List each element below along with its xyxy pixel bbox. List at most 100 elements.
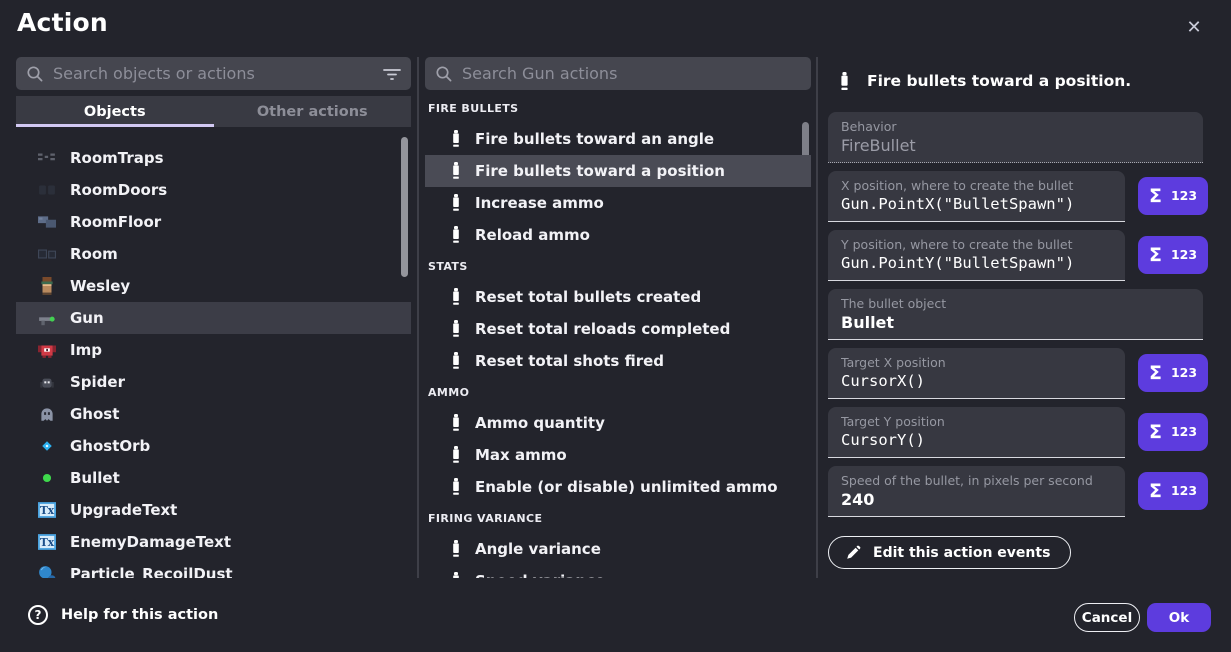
action-item[interactable]: Angle variance [425, 533, 811, 565]
sidebar-item-spider[interactable]: Spider [16, 366, 411, 398]
sidebar-item-room[interactable]: Room [16, 238, 411, 270]
sigma-icon: Σ [1149, 423, 1162, 442]
svg-text:Tx: Tx [40, 504, 55, 517]
action-item[interactable]: Max ammo [425, 439, 811, 471]
expression-builder-button[interactable]: Σ123 [1138, 236, 1208, 274]
edit-action-events-button[interactable]: Edit this action events [828, 536, 1071, 569]
field-label: Target Y position [841, 414, 1112, 430]
sigma-icon: Σ [1149, 364, 1162, 383]
action-item-label: Reload ammo [475, 226, 590, 244]
sidebar-item-particle_recoildust[interactable]: Particle_RecoilDust [16, 558, 411, 578]
action-item-label: Enable (or disable) unlimited ammo [475, 478, 778, 496]
bullet-cartridge-icon [450, 572, 462, 578]
y-position-field[interactable]: Y position, where to create the bulletGu… [828, 230, 1125, 281]
text-icon: Tx [38, 533, 56, 551]
help-label: Help for this action [61, 607, 218, 623]
action-item[interactable]: Enable (or disable) unlimited ammo [425, 471, 811, 503]
speed-field[interactable]: Speed of the bullet, in pixels per secon… [828, 466, 1125, 517]
ok-button[interactable]: Ok [1147, 603, 1211, 632]
action-item-label: Speed variance [475, 572, 605, 578]
x-position-field[interactable]: X position, where to create the bulletGu… [828, 171, 1125, 222]
objects-search-input[interactable] [53, 64, 383, 83]
sidebar-item-bullet[interactable]: Bullet [16, 462, 411, 494]
numbers-123-icon: 123 [1171, 249, 1197, 262]
actions-search-input[interactable] [462, 64, 801, 83]
object-name: EnemyDamageText [70, 533, 231, 551]
object-name: RoomTraps [70, 149, 164, 167]
action-item[interactable]: Reset total shots fired [425, 345, 811, 377]
object-name: Ghost [70, 405, 119, 423]
page-title: Action [17, 8, 108, 37]
sidebar-item-wesley[interactable]: Wesley [16, 270, 411, 302]
bullet-cartridge-icon [450, 540, 462, 558]
spider-icon [38, 373, 56, 391]
action-item-label: Increase ammo [475, 194, 604, 212]
sidebar-item-enemydamagetext[interactable]: Tx EnemyDamageText [16, 526, 411, 558]
numbers-123-icon: 123 [1171, 190, 1197, 203]
field-row-y-position: Y position, where to create the bulletGu… [828, 230, 1208, 281]
behavior-field: BehaviorFireBullet [828, 112, 1203, 163]
sidebar-item-roomtraps[interactable]: RoomTraps [16, 142, 411, 174]
sidebar-item-roomfloor[interactable]: RoomFloor [16, 206, 411, 238]
action-item[interactable]: Reload ammo [425, 219, 811, 251]
sidebar-item-roomdoors[interactable]: RoomDoors [16, 174, 411, 206]
expression-builder-button[interactable]: Σ123 [1138, 354, 1208, 392]
search-icon [26, 65, 44, 83]
action-item-label: Fire bullets toward a position [475, 162, 725, 180]
expression-builder-button[interactable]: Σ 123 [1138, 413, 1208, 451]
action-item[interactable]: Fire bullets toward a position [425, 155, 811, 187]
field-row-speed: Speed of the bullet, in pixels per secon… [828, 466, 1208, 517]
gun-icon [38, 309, 56, 327]
action-item[interactable]: Reset total reloads completed [425, 313, 811, 345]
bullet-cartridge-icon [450, 446, 462, 464]
sidebar-item-gun[interactable]: Gun [16, 302, 411, 334]
action-item[interactable]: Speed variance [425, 565, 811, 578]
section-header: FIRING VARIANCE [425, 503, 811, 533]
sigma-icon: Σ [1149, 482, 1162, 501]
wesley-icon [38, 277, 56, 295]
sidebar-item-ghost[interactable]: Ghost [16, 398, 411, 430]
objects-tabs: Objects Other actions [16, 96, 411, 127]
target-x-field[interactable]: Target X positionCursorX() [828, 348, 1125, 399]
action-item[interactable]: Fire bullets toward an angle [425, 123, 811, 155]
object-name: UpgradeText [70, 501, 177, 519]
object-name: RoomDoors [70, 181, 167, 199]
objects-panel: Objects Other actions RoomTraps RoomDoors… [16, 57, 411, 578]
sidebar-item-ghostorb[interactable]: GhostOrb [16, 430, 411, 462]
expression-builder-button[interactable]: Σ123 [1138, 472, 1208, 510]
actions-panel: FIRE BULLETSFire bullets toward an angle… [425, 57, 811, 578]
object-name: Particle_RecoilDust [70, 565, 233, 578]
bullet-cartridge-icon [450, 162, 462, 180]
field-label: Target X position [841, 355, 1112, 371]
tab-objects[interactable]: Objects [16, 96, 214, 127]
bullet-cartridge-icon [450, 226, 462, 244]
field-label: Y position, where to create the bullet [841, 237, 1112, 253]
object-name: GhostOrb [70, 437, 150, 455]
action-item[interactable]: Reset total bullets created [425, 281, 811, 313]
action-item[interactable]: Ammo quantity [425, 407, 811, 439]
bullet-dot-icon [38, 469, 56, 487]
field-value: CursorX() [841, 371, 1112, 392]
action-item[interactable]: Increase ammo [425, 187, 811, 219]
sidebar-item-imp[interactable]: Imp [16, 334, 411, 366]
bullet-cartridge-icon [450, 414, 462, 432]
field-row-behavior: BehaviorFireBullet [828, 112, 1208, 163]
expression-builder-button[interactable]: Σ 123 [1138, 177, 1208, 215]
action-item-label: Reset total shots fired [475, 352, 664, 370]
particle-icon [38, 565, 56, 578]
objects-list: RoomTraps RoomDoors RoomFloor RoomWesleyGun… [16, 142, 411, 578]
section-header: AMMO [425, 377, 811, 407]
cancel-button[interactable]: Cancel [1074, 603, 1140, 632]
help-for-action-link[interactable]: ? Help for this action [28, 605, 218, 625]
room-icon [38, 245, 56, 263]
filter-icon[interactable] [383, 67, 401, 81]
tab-other-actions[interactable]: Other actions [214, 96, 412, 127]
bullet-object-field[interactable]: The bullet objectBullet [828, 289, 1203, 340]
sidebar-item-upgradetext[interactable]: Tx UpgradeText [16, 494, 411, 526]
object-name: RoomFloor [70, 213, 161, 231]
target-y-field[interactable]: Target Y positionCursorY() [828, 407, 1125, 458]
close-icon[interactable]: ✕ [1181, 14, 1207, 40]
sigma-icon: Σ [1149, 187, 1162, 206]
numbers-123-icon: 123 [1171, 426, 1197, 439]
objects-search-box [16, 57, 411, 90]
